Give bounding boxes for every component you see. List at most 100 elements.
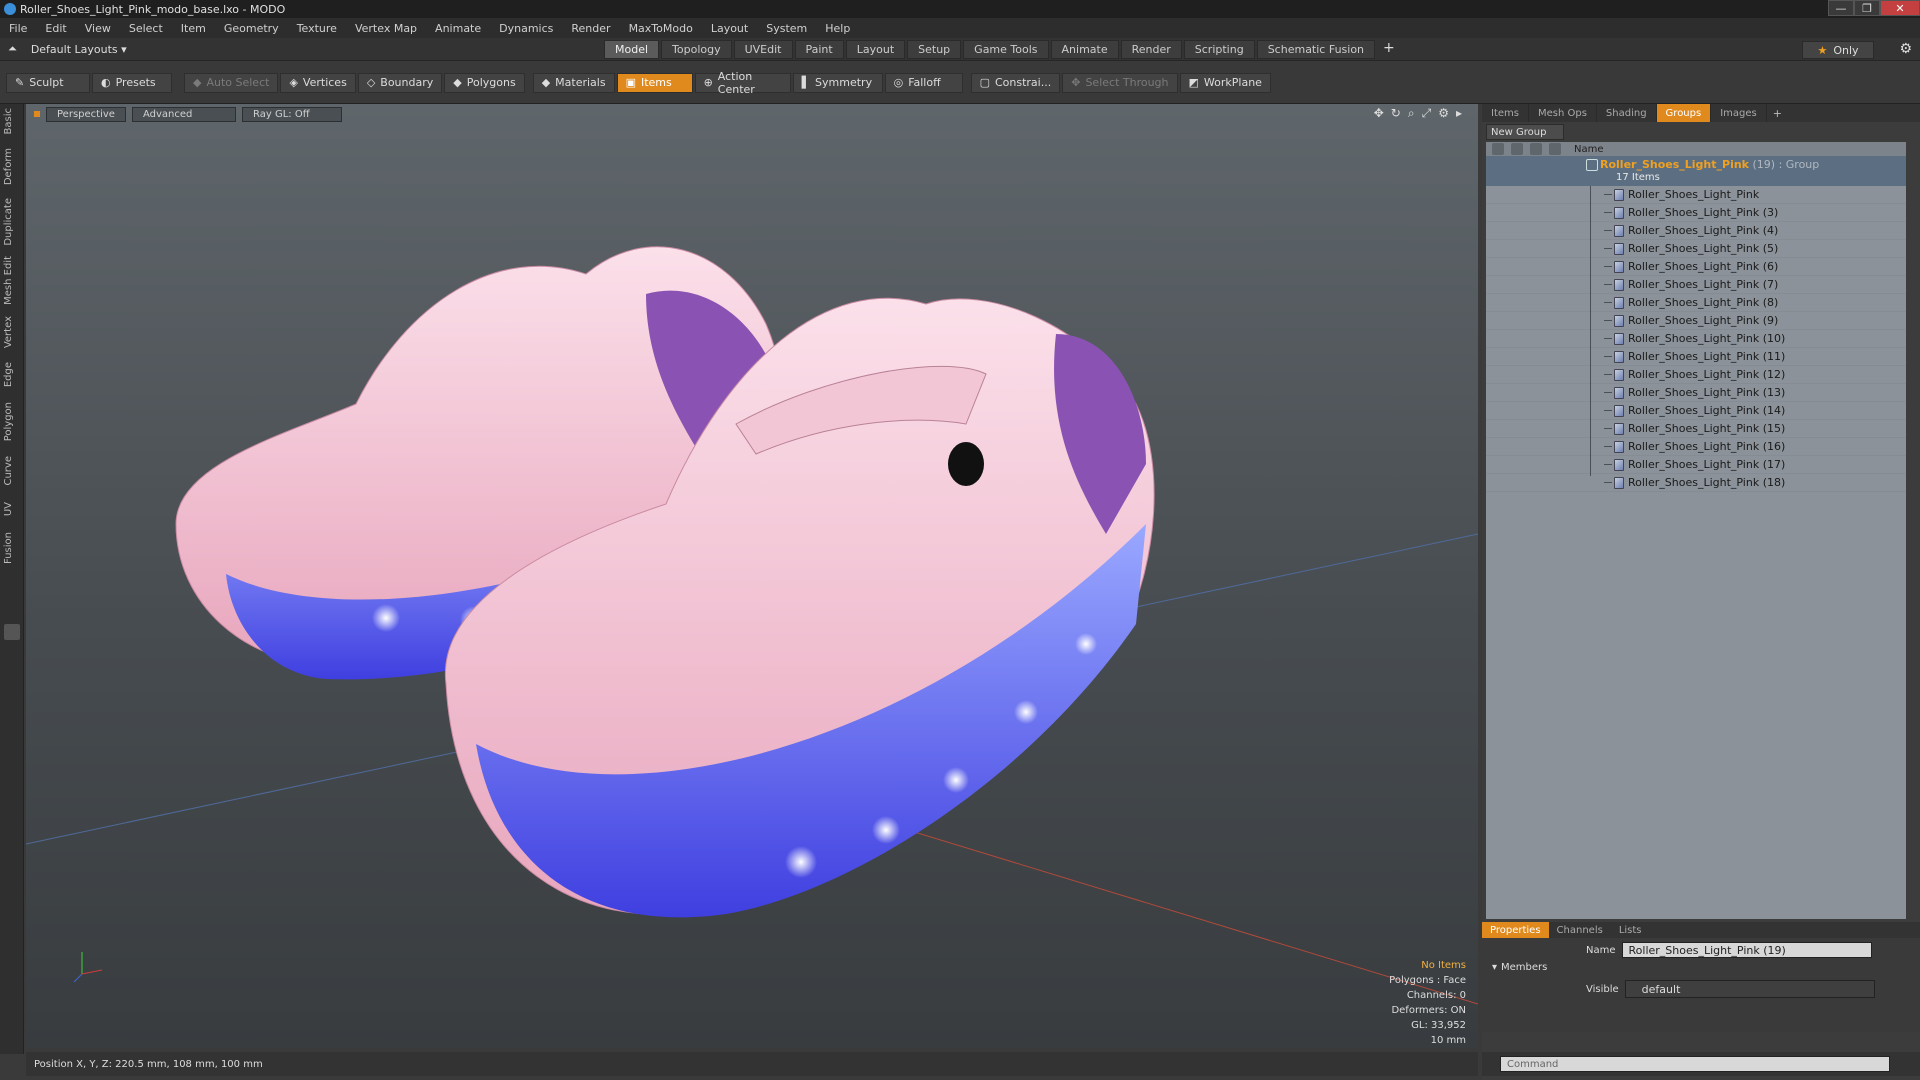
tab-model[interactable]: Model	[604, 40, 660, 59]
list-item[interactable]: Roller_Shoes_Light_Pink (4)	[1486, 222, 1906, 240]
sculpt-button[interactable]: ✎ Sculpt	[6, 72, 90, 93]
list-item[interactable]: Roller_Shoes_Light_Pink (5)	[1486, 240, 1906, 258]
items-button[interactable]: ▣ Items	[616, 72, 693, 93]
viewport-tab-perspective[interactable]: Perspective	[46, 106, 126, 122]
left-strip-toggle[interactable]	[4, 624, 20, 640]
group-row[interactable]: Roller_Shoes_Light_Pink (19) : Group 17 …	[1486, 156, 1906, 186]
menu-render[interactable]: Render	[562, 22, 619, 35]
add-tab-icon[interactable]: +	[1377, 40, 1401, 59]
menu-system[interactable]: System	[757, 22, 816, 35]
left-tab-fusion[interactable]: Fusion	[3, 532, 14, 564]
left-tab-polygon[interactable]: Polygon	[3, 402, 14, 441]
menu-help[interactable]: Help	[816, 22, 859, 35]
list-item[interactable]: Roller_Shoes_Light_Pink (8)	[1486, 294, 1906, 312]
list-item[interactable]: Roller_Shoes_Light_Pink	[1486, 186, 1906, 204]
rotate-icon[interactable]: ↻	[1391, 106, 1401, 121]
gear-icon[interactable]: ⚙	[1899, 41, 1912, 57]
left-tab-basic[interactable]: Basic	[3, 108, 14, 134]
tab-schematic-fusion[interactable]: Schematic Fusion	[1256, 40, 1376, 59]
menu-layout[interactable]: Layout	[702, 22, 757, 35]
name-column-header[interactable]: Name	[1574, 144, 1604, 155]
viewport-settings-icon[interactable]: ⚙	[1438, 106, 1449, 121]
falloff-button[interactable]: ◎ Falloff	[884, 72, 963, 93]
left-tab-vertex[interactable]: Vertex	[3, 316, 14, 348]
menu-animate[interactable]: Animate	[426, 22, 490, 35]
only-button[interactable]: ★ Only	[1802, 41, 1874, 59]
tab-mesh-ops[interactable]: Mesh Ops	[1529, 104, 1597, 122]
vertices-button[interactable]: ◈ Vertices	[280, 72, 356, 93]
name-field[interactable]: Roller_Shoes_Light_Pink (19)	[1621, 942, 1872, 958]
list-item[interactable]: Roller_Shoes_Light_Pink (17)	[1486, 456, 1906, 474]
minimize-icon[interactable]: —	[1828, 0, 1854, 16]
tab-shading[interactable]: Shading	[1597, 104, 1657, 122]
tab-layout[interactable]: Layout	[845, 40, 906, 59]
menu-view[interactable]: View	[76, 22, 120, 35]
tab-animate[interactable]: Animate	[1050, 40, 1119, 59]
left-tab-mesh-edit[interactable]: Mesh Edit	[3, 256, 14, 305]
maximize-icon[interactable]: ❐	[1854, 0, 1880, 16]
list-item[interactable]: Roller_Shoes_Light_Pink (3)	[1486, 204, 1906, 222]
list-item[interactable]: Roller_Shoes_Light_Pink (9)	[1486, 312, 1906, 330]
menu-texture[interactable]: Texture	[288, 22, 346, 35]
zoom-icon[interactable]: ⌕	[1408, 106, 1415, 121]
list-item[interactable]: Roller_Shoes_Light_Pink (10)	[1486, 330, 1906, 348]
menu-file[interactable]: File	[0, 22, 36, 35]
symmetry-button[interactable]: ▌ Symmetry	[792, 72, 883, 93]
list-item[interactable]: Roller_Shoes_Light_Pink (6)	[1486, 258, 1906, 276]
polygons-button[interactable]: ◆ Polygons	[444, 72, 525, 93]
new-group-button[interactable]: New Group	[1486, 124, 1564, 140]
tab-uvedit[interactable]: UVEdit	[733, 40, 793, 59]
action-center-button[interactable]: ⊕ Action Center	[694, 70, 791, 96]
visibility-eye-icon[interactable]	[1492, 143, 1504, 155]
fit-icon[interactable]: ⤢	[1422, 106, 1432, 121]
command-input[interactable]: Command	[1500, 1056, 1890, 1072]
members-row[interactable]: ▾ Members	[1492, 962, 1547, 973]
render-icon[interactable]	[1511, 143, 1523, 155]
select-through-button[interactable]: ✥ Select Through	[1062, 72, 1178, 93]
left-tab-curve[interactable]: Curve	[3, 456, 14, 486]
boundary-button[interactable]: ◇ Boundary	[357, 72, 443, 93]
layout-up-icon[interactable]: ⏶	[8, 42, 17, 56]
tab-lists[interactable]: Lists	[1611, 922, 1650, 938]
left-tab-duplicate[interactable]: Duplicate	[3, 198, 14, 246]
viewport-tab-advanced[interactable]: Advanced	[132, 106, 236, 122]
viewport-tab-raygl[interactable]: Ray GL: Off	[242, 106, 342, 122]
lock-icon[interactable]	[1530, 143, 1542, 155]
visible-dropdown[interactable]: default	[1624, 980, 1875, 998]
tab-items[interactable]: Items	[1482, 104, 1529, 122]
presets-button[interactable]: ◐ Presets	[92, 72, 172, 93]
left-tab-deform[interactable]: Deform	[3, 148, 14, 185]
list-item[interactable]: Roller_Shoes_Light_Pink (16)	[1486, 438, 1906, 456]
menu-item[interactable]: Item	[172, 22, 215, 35]
left-tab-edge[interactable]: Edge	[3, 362, 14, 387]
list-item[interactable]: Roller_Shoes_Light_Pink (11)	[1486, 348, 1906, 366]
workplane-button[interactable]: ◩ WorkPlane	[1179, 72, 1271, 93]
tab-game-tools[interactable]: Game Tools	[963, 40, 1049, 59]
select-icon[interactable]	[1549, 143, 1561, 155]
tab-setup[interactable]: Setup	[907, 40, 962, 59]
list-item[interactable]: Roller_Shoes_Light_Pink (14)	[1486, 402, 1906, 420]
tab-render[interactable]: Render	[1120, 40, 1182, 59]
pan-icon[interactable]: ✥	[1374, 106, 1384, 121]
close-icon[interactable]: ✕	[1880, 0, 1920, 16]
add-panel-tab-icon[interactable]: +	[1767, 107, 1788, 120]
viewport-menu-icon[interactable]	[34, 111, 40, 117]
list-item[interactable]: Roller_Shoes_Light_Pink (13)	[1486, 384, 1906, 402]
list-item[interactable]: Roller_Shoes_Light_Pink (15)	[1486, 420, 1906, 438]
tab-images[interactable]: Images	[1711, 104, 1767, 122]
left-tab-uv[interactable]: UV	[3, 502, 14, 516]
auto-select-button[interactable]: ◆ Auto Select	[184, 72, 279, 93]
tab-properties[interactable]: Properties	[1482, 922, 1549, 938]
menu-edit[interactable]: Edit	[36, 22, 75, 35]
viewport-3d[interactable]: Perspective Advanced Ray GL: Off ✥ ↻ ⌕ ⤢…	[26, 104, 1478, 1048]
tab-paint[interactable]: Paint	[794, 40, 844, 59]
tab-topology[interactable]: Topology	[661, 40, 732, 59]
materials-button[interactable]: ◆ Materials	[532, 72, 615, 93]
default-layouts-dropdown[interactable]: Default Layouts ▾	[31, 43, 127, 56]
menu-maxtomodo[interactable]: MaxToModo	[620, 22, 702, 35]
list-item[interactable]: Roller_Shoes_Light_Pink (12)	[1486, 366, 1906, 384]
expand-arrow-icon[interactable]: ▸	[1456, 106, 1462, 121]
tab-channels[interactable]: Channels	[1549, 922, 1611, 938]
constraints-button[interactable]: ▢ Constrai...	[970, 72, 1061, 93]
tab-scripting[interactable]: Scripting	[1183, 40, 1255, 59]
